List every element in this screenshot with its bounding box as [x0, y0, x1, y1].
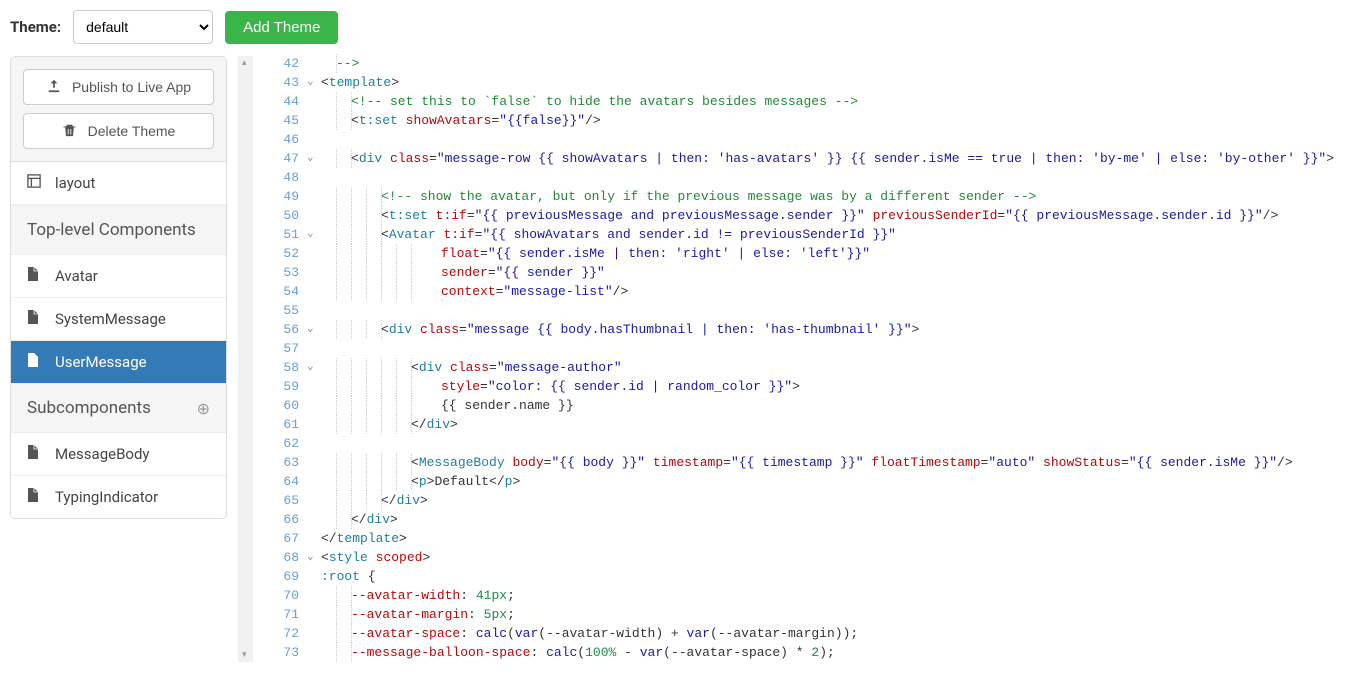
sidebar: Publish to Live App Delete Theme layout …: [10, 56, 227, 519]
code-line[interactable]: [321, 168, 1370, 187]
trash-icon: [62, 123, 78, 140]
code-line[interactable]: <div class="message {{ body.hasThumbnail…: [321, 320, 1370, 339]
main-area: Publish to Live App Delete Theme layout …: [0, 46, 1370, 662]
fold-marker[interactable]: ⌄: [305, 149, 321, 168]
code-line[interactable]: <MessageBody body="{{ body }}" timestamp…: [321, 453, 1370, 472]
file-icon: [27, 310, 41, 328]
code-line[interactable]: <div class="message-row {{ showAvatars |…: [321, 149, 1370, 168]
theme-select[interactable]: default: [73, 10, 213, 44]
upload-icon: [46, 79, 62, 96]
delete-theme-button[interactable]: Delete Theme: [23, 113, 214, 149]
code-line[interactable]: <t:set t:if="{{ previousMessage and prev…: [321, 206, 1370, 225]
code-line[interactable]: <!-- set this to `false` to hide the ava…: [321, 92, 1370, 111]
sidebar-item-usermessage[interactable]: UserMessage: [11, 341, 226, 383]
code-line[interactable]: </template>: [321, 529, 1370, 548]
publish-button[interactable]: Publish to Live App: [23, 69, 214, 105]
sidebar-item-typingindicator[interactable]: TypingIndicator: [11, 476, 226, 518]
sidebar-item-layout[interactable]: layout: [11, 162, 226, 205]
layout-icon: [27, 174, 41, 192]
code-line[interactable]: --message-balloon-space: calc(100% - var…: [321, 643, 1370, 662]
sub-components-list: MessageBody TypingIndicator: [11, 433, 226, 518]
code-line[interactable]: <p>Default</p>: [321, 472, 1370, 491]
item-label: Avatar: [55, 267, 98, 285]
add-subcomponent-icon[interactable]: ⊕: [197, 399, 210, 418]
publish-label: Publish to Live App: [72, 79, 191, 95]
top-components-list: Avatar SystemMessage UserMessage: [11, 255, 226, 383]
add-theme-button[interactable]: Add Theme: [225, 11, 338, 44]
item-label: MessageBody: [55, 445, 150, 463]
code-line[interactable]: [321, 339, 1370, 358]
code-line[interactable]: </div>: [321, 491, 1370, 510]
fold-marker[interactable]: ⌄: [305, 320, 321, 339]
sidebar-scrollbar[interactable]: [238, 56, 253, 662]
sidebar-item-avatar[interactable]: Avatar: [11, 255, 226, 298]
code-line[interactable]: style="color: {{ sender.id | random_colo…: [321, 377, 1370, 396]
code-line[interactable]: <div class="message-author": [321, 358, 1370, 377]
fold-marker[interactable]: ⌄: [305, 548, 321, 567]
code-line[interactable]: <!-- show the avatar, but only if the pr…: [321, 187, 1370, 206]
code-line[interactable]: float="{{ sender.isMe | then: 'right' | …: [321, 244, 1370, 263]
section-top-components: Top-level Components: [11, 205, 226, 255]
code-line[interactable]: <Avatar t:if="{{ showAvatars and sender.…: [321, 225, 1370, 244]
code-line[interactable]: --avatar-width: 41px;: [321, 586, 1370, 605]
code-line[interactable]: context="message-list"/>: [321, 282, 1370, 301]
code-line[interactable]: [321, 434, 1370, 453]
code-line[interactable]: [321, 130, 1370, 149]
code-line[interactable]: sender="{{ sender }}": [321, 263, 1370, 282]
file-icon: [27, 488, 41, 506]
sidebar-wrap: Publish to Live App Delete Theme layout …: [0, 46, 253, 662]
sidebar-item-messagebody[interactable]: MessageBody: [11, 433, 226, 476]
delete-label: Delete Theme: [88, 123, 176, 139]
fold-marker[interactable]: ⌄: [305, 225, 321, 244]
code-line[interactable]: <style scoped>: [321, 548, 1370, 567]
code-line[interactable]: [321, 301, 1370, 320]
sidebar-item-systemmessage[interactable]: SystemMessage: [11, 298, 226, 341]
line-gutter: 4243444546474849505152535455565758596061…: [253, 54, 305, 662]
fold-marker[interactable]: ⌄: [305, 73, 321, 92]
theme-label: Theme:: [10, 18, 61, 36]
item-label: SystemMessage: [55, 310, 166, 328]
code-line[interactable]: --avatar-margin: 5px;: [321, 605, 1370, 624]
code-line[interactable]: <t:set showAvatars="{{false}}"/>: [321, 111, 1370, 130]
file-icon: [27, 267, 41, 285]
fold-gutter[interactable]: ⌄ ⌄ ⌄ ⌄ ⌄ ⌄: [305, 54, 321, 662]
code-line[interactable]: </div>: [321, 510, 1370, 529]
code-content[interactable]: --><template><!-- set this to `false` to…: [321, 54, 1370, 662]
code-line[interactable]: -->: [321, 54, 1370, 73]
code-line[interactable]: --avatar-space: calc(var(--avatar-width)…: [321, 624, 1370, 643]
top-bar: Theme: default Add Theme: [0, 0, 1370, 46]
sidebar-buttons: Publish to Live App Delete Theme: [11, 57, 226, 162]
code-line[interactable]: <template>: [321, 73, 1370, 92]
section-label: Subcomponents: [27, 398, 151, 418]
layout-label: layout: [55, 174, 95, 192]
file-icon: [27, 445, 41, 463]
code-editor[interactable]: 4243444546474849505152535455565758596061…: [253, 46, 1370, 662]
file-icon: [27, 353, 41, 371]
fold-marker[interactable]: ⌄: [305, 358, 321, 377]
code-line[interactable]: :root {: [321, 567, 1370, 586]
section-subcomponents: Subcomponents ⊕: [11, 383, 226, 433]
item-label: UserMessage: [55, 353, 147, 371]
section-label: Top-level Components: [27, 220, 196, 240]
code-line[interactable]: {{ sender.name }}: [321, 396, 1370, 415]
item-label: TypingIndicator: [55, 488, 158, 506]
code-line[interactable]: </div>: [321, 415, 1370, 434]
